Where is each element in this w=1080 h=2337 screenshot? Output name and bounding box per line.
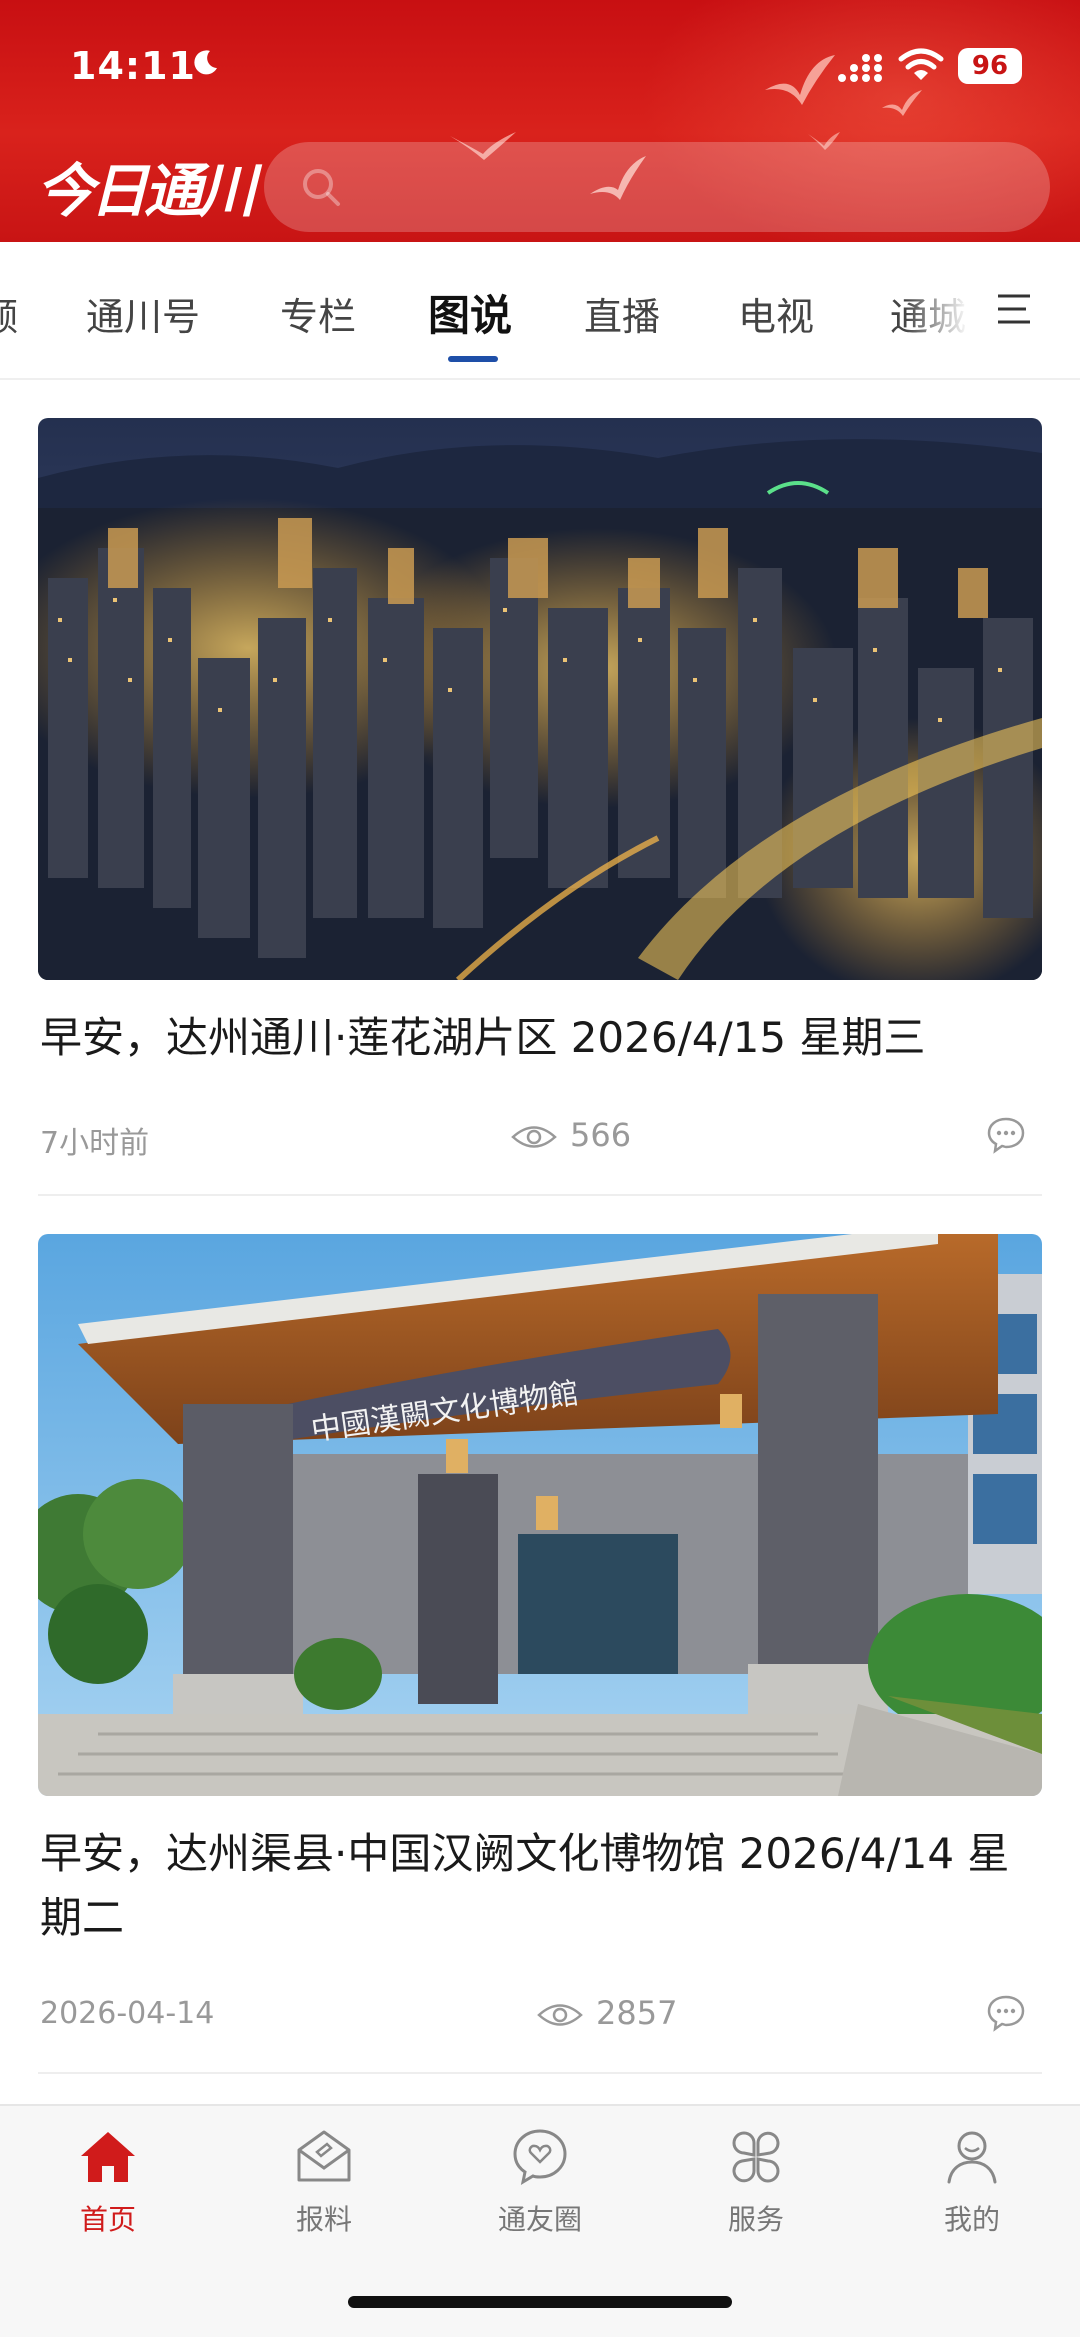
- tab-tongchuanhao[interactable]: 通川号: [86, 286, 200, 341]
- tab-tv[interactable]: 电视: [738, 286, 814, 341]
- museum-illustration: 中國漢闕文化博物館: [38, 1234, 1042, 1796]
- services-icon: [732, 2131, 780, 2183]
- friends-icon: [513, 2129, 567, 2186]
- nav-services-label: 服务: [727, 2203, 784, 2236]
- report-icon: [297, 2130, 351, 2182]
- view-count: 566: [570, 1116, 632, 1154]
- tab-column[interactable]: 专栏: [280, 286, 356, 341]
- home-indicator: [348, 2296, 732, 2308]
- view-count: 2857: [596, 1994, 678, 2032]
- nav-home[interactable]: 首页: [18, 2126, 198, 2238]
- moon-icon: [194, 50, 217, 75]
- tab-video[interactable]: 频: [0, 286, 18, 341]
- bird-decoration-icon: [765, 55, 835, 105]
- tab-picture-story[interactable]: 图说: [428, 282, 512, 343]
- nav-home-label: 首页: [79, 2203, 136, 2236]
- article-time: 7小时前: [40, 1126, 150, 1161]
- nav-report[interactable]: 报料: [234, 2126, 414, 2238]
- night-city-illustration: [38, 418, 1042, 980]
- eye-icon: [511, 1126, 557, 1148]
- article-title[interactable]: 早安，达州通川·莲花湖片区 2026/4/15 星期三: [40, 1006, 1044, 1070]
- profile-icon: [947, 2131, 997, 2184]
- article-image-night-city[interactable]: [38, 418, 1042, 980]
- tabs-fade: [905, 242, 985, 378]
- nav-friends-label: 通友圈: [497, 2203, 582, 2236]
- search-input[interactable]: [264, 142, 1050, 232]
- app-logo[interactable]: 今日通川: [36, 144, 256, 228]
- active-tab-indicator: [448, 356, 498, 362]
- app-header: 14:11 96 今日通川: [0, 0, 1080, 242]
- status-time: 14:11: [70, 44, 196, 88]
- eye-icon: [537, 2004, 583, 2026]
- wifi-icon: [898, 48, 944, 80]
- feed-divider: [38, 2072, 1042, 2074]
- home-icon: [81, 2132, 135, 2182]
- tab-live[interactable]: 直播: [584, 286, 660, 341]
- nav-report-label: 报料: [295, 2203, 352, 2236]
- comment-icon[interactable]: [986, 1994, 1026, 2032]
- battery-indicator: 96: [958, 48, 1022, 84]
- signal-icon: [838, 54, 882, 82]
- article-time: 2026-04-14: [40, 1996, 215, 2031]
- nav-profile-label: 我的: [943, 2203, 1000, 2236]
- article-title[interactable]: 早安，达州渠县·中国汉阙文化博物馆 2026/4/14 星期二: [40, 1822, 1044, 1950]
- nav-services[interactable]: 服务: [666, 2126, 846, 2238]
- comment-icon[interactable]: [986, 1116, 1026, 1154]
- menu-icon[interactable]: [996, 292, 1032, 326]
- nav-friends-circle[interactable]: 通友圈: [450, 2126, 630, 2238]
- feed-divider: [38, 1194, 1042, 1196]
- bird-decoration-icon: [882, 90, 922, 116]
- search-icon[interactable]: [300, 166, 342, 208]
- channel-tabs: 频 通川号 专栏 图说 直播 电视 通城: [0, 242, 1080, 380]
- nav-profile[interactable]: 我的: [882, 2126, 1062, 2238]
- article-image-museum[interactable]: 中國漢闕文化博物館: [38, 1234, 1042, 1796]
